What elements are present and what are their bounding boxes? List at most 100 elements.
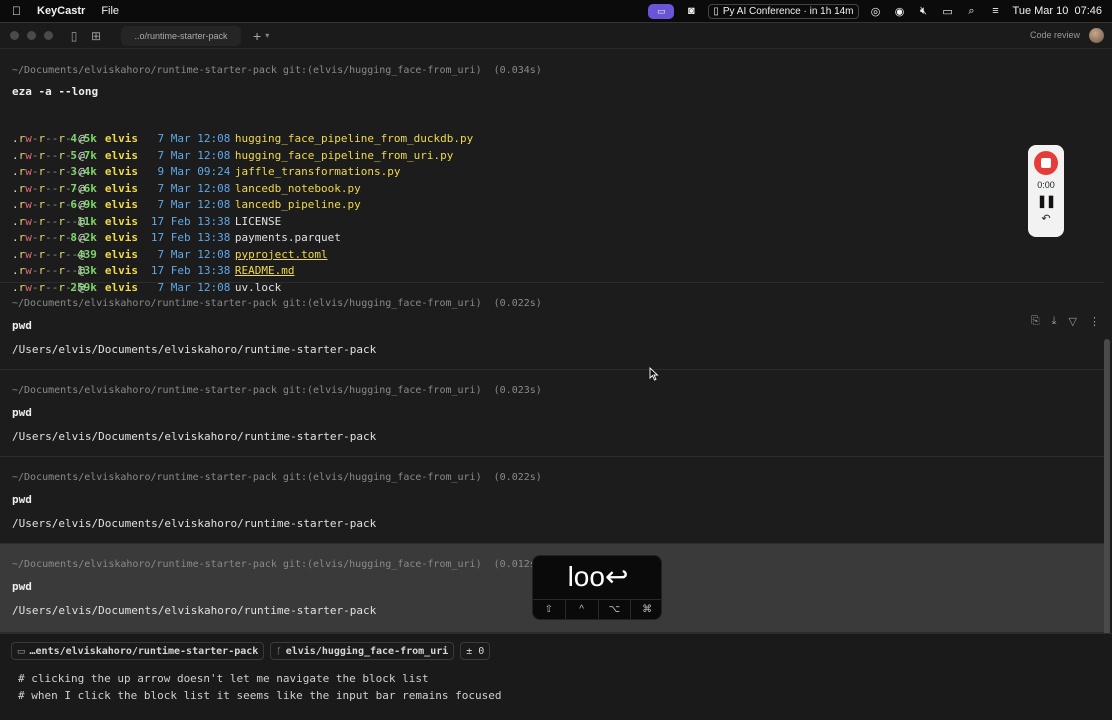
ls-row: .rw-r--r--@ 4.5k elvis 7 Mar 12:08 hugging_… xyxy=(12,132,473,148)
ls-filename[interactable]: jaffle_transformations.py xyxy=(235,165,401,181)
ls-size: 5.7k xyxy=(70,148,97,162)
ls-filename[interactable]: lancedb_pipeline.py xyxy=(235,198,361,214)
block-command: pwd xyxy=(12,406,32,419)
ls-user: elvis xyxy=(104,181,138,195)
capture-icon[interactable]: ◙ xyxy=(684,4,698,18)
ls-date: 17 Feb 13:38 xyxy=(150,264,231,277)
restart-icon[interactable]: ↶ xyxy=(1041,212,1050,225)
input-bar[interactable]: ▭ …ents/elviskahoro/runtime-starter-pack… xyxy=(0,633,1112,720)
command-block[interactable]: ~/Documents/elviskahoro/runtime-starter-… xyxy=(0,283,1104,370)
new-tab-icon[interactable]: + xyxy=(253,28,261,44)
ls-filename[interactable]: pyproject.toml xyxy=(235,248,328,264)
folder-icon: ▭ xyxy=(17,645,26,656)
mute-icon[interactable]: 🔇︎ xyxy=(917,4,931,18)
ls-size: 4.5k xyxy=(70,132,97,145)
filter-icon[interactable]: ▽ xyxy=(1069,315,1077,328)
block-command: eza -a --long xyxy=(12,85,99,98)
code-review-button[interactable]: Code review xyxy=(1030,30,1080,40)
ls-row: .rw-r--r--@ 8.2k elvis 17 Feb 13:38 payments… xyxy=(12,231,341,247)
mouse-cursor-icon xyxy=(649,367,659,381)
branch-chip[interactable]: ᚴ elvis/hugging_face-from_uri xyxy=(270,642,455,660)
recording-widget: 0:00 ❚❚ ↶ xyxy=(1028,145,1064,237)
calendar-event-label: Py AI Conference · in 1h 14m xyxy=(722,5,854,17)
download-icon[interactable]: ⤓ xyxy=(1052,315,1057,328)
modifier-keys: ⇧ ^ ⌥ ⌘ xyxy=(533,599,663,619)
directory-chip[interactable]: ▭ …ents/elviskahoro/runtime-starter-pack xyxy=(11,642,265,660)
ls-filename[interactable]: LICENSE xyxy=(235,215,281,231)
pause-icon[interactable]: ❚❚ xyxy=(1037,194,1056,208)
avatar[interactable] xyxy=(1089,28,1104,43)
calendar-event[interactable]: ▯ Py AI Conference · in 1h 14m xyxy=(708,3,859,19)
title-bar: ▯ ⊞ ..o/runtime-starter-pack + ▾ Code re… xyxy=(0,23,1112,49)
block-prompt: ~/Documents/elviskahoro/runtime-starter-… xyxy=(12,65,542,76)
block-output: /Users/elvis/Documents/elviskahoro/runti… xyxy=(12,430,377,443)
command-block[interactable]: ~/Documents/elviskahoro/runtime-starter-… xyxy=(0,457,1104,544)
diff-label: ± 0 xyxy=(466,645,485,657)
minimize-window-button[interactable] xyxy=(27,31,36,40)
grammarly-icon[interactable]: ◉ xyxy=(893,4,907,18)
ls-date: 17 Feb 13:38 xyxy=(150,214,231,228)
ls-filename[interactable]: payments.parquet xyxy=(235,231,341,247)
tab-runtime-starter-pack[interactable]: ..o/runtime-starter-pack xyxy=(121,25,241,46)
block-prompt: ~/Documents/elviskahoro/runtime-starter-… xyxy=(12,472,542,483)
ls-size: 3.4k xyxy=(70,165,97,178)
ls-user: elvis xyxy=(104,247,138,261)
command-key-icon: ⌘ xyxy=(642,604,653,615)
block-prompt: ~/Documents/elviskahoro/runtime-starter-… xyxy=(12,559,542,570)
ls-user: elvis xyxy=(104,214,138,228)
command-block[interactable]: ~/Documents/elviskahoro/runtime-starter-… xyxy=(0,370,1104,457)
ls-row: .rw-r--r--@ 5.7k elvis 7 Mar 12:08 hugging_… xyxy=(12,149,453,165)
window-controls xyxy=(0,31,53,40)
control-key-icon: ^ xyxy=(566,600,599,619)
more-options-icon[interactable]: ⋮ xyxy=(1089,315,1100,328)
block-output: /Users/elvis/Documents/elviskahoro/runti… xyxy=(12,343,377,356)
keystroke-overlay: loo↩ ⇧ ^ ⌥ ⌘ xyxy=(532,555,663,620)
block-prompt: ~/Documents/elviskahoro/runtime-starter-… xyxy=(12,298,542,309)
apple-icon[interactable]:  xyxy=(12,4,21,18)
block-prompt: ~/Documents/elviskahoro/runtime-starter-… xyxy=(12,385,542,396)
chevron-down-icon[interactable]: ▾ xyxy=(265,31,269,40)
block-toolbar: ⎘ ⤓ ▽ ⋮ xyxy=(1031,315,1100,328)
ls-filename[interactable]: lancedb_notebook.py xyxy=(235,182,361,198)
input-line[interactable]: # when I click the block list it seems l… xyxy=(18,689,501,702)
zoom-window-button[interactable] xyxy=(44,31,53,40)
block-output: /Users/elvis/Documents/elviskahoro/runti… xyxy=(12,604,377,617)
scrollbar[interactable] xyxy=(1104,339,1110,653)
ls-user: elvis xyxy=(104,132,138,145)
file-menu[interactable]: File xyxy=(101,5,119,17)
option-key-icon: ⌥ xyxy=(599,600,632,619)
block-command: pwd xyxy=(12,319,32,332)
ls-size: 439 xyxy=(77,247,97,261)
stop-recording-button[interactable] xyxy=(1034,151,1058,175)
ls-date: 7 Mar 12:08 xyxy=(150,148,231,162)
sync-icon[interactable]: ◎ xyxy=(869,4,883,18)
control-center-icon[interactable]: ≡ xyxy=(989,4,1003,18)
attach-icon[interactable]: ⎘ xyxy=(1031,315,1040,328)
calendar-icon: ▯ xyxy=(713,5,719,17)
diff-chip[interactable]: ± 0 xyxy=(460,642,491,660)
ls-user: elvis xyxy=(104,231,138,244)
clock[interactable]: Tue Mar 10 07:46 xyxy=(1013,5,1102,17)
ls-filename[interactable]: hugging_face_pipeline_from_duckdb.py xyxy=(235,132,473,148)
close-window-button[interactable] xyxy=(10,31,19,40)
battery-icon[interactable]: ▭ xyxy=(941,4,955,18)
command-block[interactable]: ~/Documents/elviskahoro/runtime-starter-… xyxy=(0,49,1104,294)
ls-filename[interactable]: README.md xyxy=(235,264,295,280)
ls-row: .rw-r--r--@ 11k elvis 17 Feb 13:38 LICENSE xyxy=(12,215,281,231)
ls-date: 7 Mar 12:08 xyxy=(150,181,231,195)
screen-record-icon[interactable]: ▭ xyxy=(648,3,675,19)
block-command: pwd xyxy=(12,580,32,593)
app-name-menu[interactable]: KeyCastr xyxy=(37,5,85,17)
input-line[interactable]: # clicking the up arrow doesn't let me n… xyxy=(18,672,429,685)
block-list[interactable]: ~/Documents/elviskahoro/runtime-starter-… xyxy=(0,49,1104,633)
ls-filename[interactable]: hugging_face_pipeline_from_uri.py xyxy=(235,149,454,165)
ls-date: 7 Mar 12:08 xyxy=(150,198,231,211)
ls-row: .rw-r--r--@ 13k elvis 17 Feb 13:38 README.md xyxy=(12,264,294,280)
grid-view-icon[interactable]: ⊞ xyxy=(89,29,103,43)
ls-row: .rw-r--r--@ 3.4k elvis 9 Mar 09:24 jaffle_t… xyxy=(12,165,400,181)
tab-label: ..o/runtime-starter-pack xyxy=(134,30,228,41)
sidebar-toggle-icon[interactable]: ▯ xyxy=(67,29,81,43)
ls-row: .rw-r--r--@ 7.6k elvis 7 Mar 12:08 lancedb_… xyxy=(12,182,361,198)
ls-date: 17 Feb 13:38 xyxy=(150,231,231,244)
search-icon[interactable]: ⌕ xyxy=(965,4,979,18)
